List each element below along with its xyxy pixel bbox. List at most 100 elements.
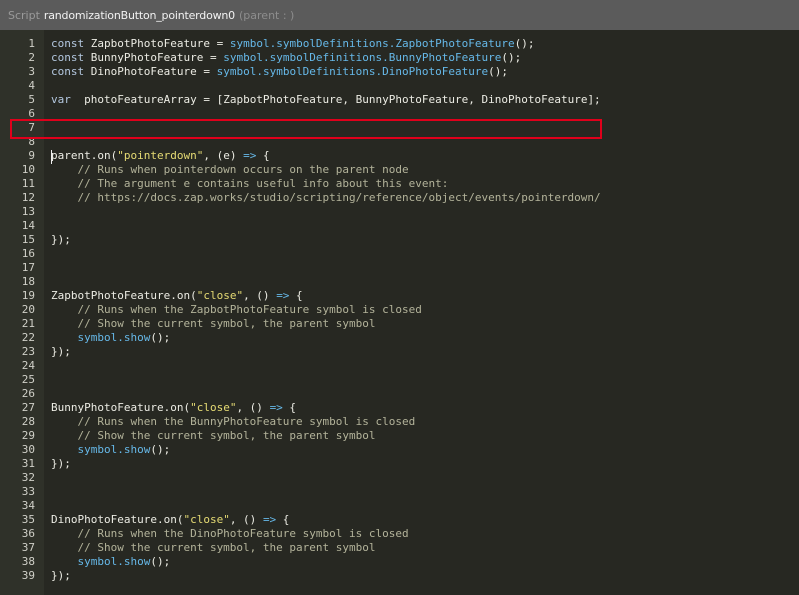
code-line[interactable]: 39}); — [0, 569, 799, 583]
code-text[interactable]: }); — [51, 345, 71, 359]
line-number: 24 — [21, 359, 35, 372]
code-line[interactable]: 38 symbol.show(); — [0, 555, 799, 569]
code-token: => — [269, 401, 283, 414]
code-line[interactable]: 28 // Runs when the BunnyPhotoFeature sy… — [0, 415, 799, 429]
code-token: }); — [51, 345, 71, 358]
code-text[interactable]: }); — [51, 233, 71, 247]
code-token: = — [209, 51, 224, 64]
code-line[interactable]: 16 — [0, 247, 799, 261]
code-line[interactable]: 11 // The argument e contains useful inf… — [0, 177, 799, 191]
code-text[interactable]: const ZapbotPhotoFeature = symbol.symbol… — [51, 37, 535, 51]
code-token: // Runs when pointerdown occurs on the p… — [51, 163, 409, 176]
code-line[interactable]: 14 — [0, 219, 799, 233]
code-text[interactable]: // Show the current symbol, the parent s… — [51, 317, 376, 331]
code-line[interactable]: 32 — [0, 471, 799, 485]
code-line[interactable]: 33 — [0, 485, 799, 499]
code-token: , (e) — [203, 149, 244, 162]
code-text[interactable]: var photoFeatureArray = [ZapbotPhotoFeat… — [51, 93, 601, 107]
line-number: 2 — [28, 51, 35, 64]
code-token: symbol.symbolDefinitions.DinoPhotoFeatur… — [216, 65, 489, 78]
line-number: 25 — [21, 373, 35, 386]
code-text[interactable]: symbol.show(); — [51, 555, 171, 569]
code-line[interactable]: 13 — [0, 205, 799, 219]
code-line[interactable]: 12 // https://docs.zap.works/studio/scri… — [0, 191, 799, 205]
code-text[interactable]: // Show the current symbol, the parent s… — [51, 541, 375, 555]
code-text[interactable]: BunnyPhotoFeature.on("close", () => { — [51, 401, 296, 415]
code-line[interactable]: 37 // Show the current symbol, the paren… — [0, 541, 799, 555]
line-number: 36 — [21, 527, 35, 540]
code-token: // Runs when the ZapbotPhotoFeature symb… — [51, 303, 422, 316]
line-number: 27 — [21, 401, 35, 414]
code-token: // Show the current symbol, the parent s… — [51, 317, 376, 330]
line-number: 32 — [21, 471, 35, 484]
code-line[interactable]: 25 — [0, 373, 799, 387]
code-text[interactable]: symbol.show(); — [51, 331, 171, 345]
code-line[interactable]: 4 — [0, 79, 799, 93]
code-editor[interactable]: 1 const ZapbotPhotoFeature = symbol.symbo… — [0, 30, 799, 595]
code-text[interactable]: // Runs when the ZapbotPhotoFeature symb… — [51, 303, 422, 317]
code-line[interactable]: 24 — [0, 359, 799, 373]
code-token: // https://docs.zap.works/studio/scripti… — [51, 191, 601, 204]
code-text[interactable]: // Runs when the DinoPhotoFeature symbol… — [51, 527, 408, 541]
code-text[interactable]: }); — [51, 569, 71, 583]
text-cursor — [51, 150, 52, 164]
code-text[interactable]: // https://docs.zap.works/studio/scripti… — [51, 191, 601, 205]
code-line[interactable]: 26 — [0, 387, 799, 401]
code-text[interactable]: symbol.show(); — [51, 443, 171, 457]
code-token: }); — [51, 233, 71, 246]
code-line[interactable]: 15}); — [0, 233, 799, 247]
code-text[interactable]: parent.on("pointerdown", (e) => { — [51, 149, 270, 163]
line-number: 35 — [21, 513, 35, 526]
code-text[interactable]: ZapbotPhotoFeature.on("close", () => { — [51, 289, 303, 303]
line-number: 12 — [21, 191, 35, 204]
code-line[interactable]: 30 symbol.show(); — [0, 443, 799, 457]
code-line[interactable]: 1 const ZapbotPhotoFeature = symbol.symbo… — [0, 37, 799, 51]
line-number: 19 — [21, 289, 35, 302]
code-line[interactable]: 3 const DinoPhotoFeature = symbol.symbolD… — [0, 65, 799, 79]
line-number: 11 — [21, 177, 35, 190]
code-text[interactable]: const DinoPhotoFeature = symbol.symbolDe… — [51, 65, 508, 79]
code-text[interactable]: // The argument e contains useful info a… — [51, 177, 448, 191]
code-line[interactable]: 9 parent.on("pointerdown", (e) => { — [0, 149, 799, 163]
code-token: symbol.show — [77, 443, 151, 456]
code-text[interactable]: }); — [51, 457, 71, 471]
line-number: 15 — [21, 233, 35, 246]
code-token: , () — [236, 401, 270, 414]
code-text[interactable]: const BunnyPhotoFeature = symbol.symbolD… — [51, 51, 521, 65]
code-text[interactable]: // Show the current symbol, the parent s… — [51, 429, 375, 443]
code-line[interactable]: 35 DinoPhotoFeature.on("close", () => { — [0, 513, 799, 527]
code-token: , () — [229, 513, 263, 526]
code-line[interactable]: 5 var photoFeatureArray = [ZapbotPhotoFea… — [0, 93, 799, 107]
code-token: (); — [501, 51, 522, 64]
code-line[interactable]: 34 — [0, 499, 799, 513]
code-line[interactable]: 17 — [0, 261, 799, 275]
code-line[interactable]: 22 symbol.show(); — [0, 331, 799, 345]
code-line[interactable]: 23}); — [0, 345, 799, 359]
code-token: BunnyPhotoFeature.on( — [51, 401, 191, 414]
code-token: { — [256, 149, 270, 162]
code-line[interactable]: 27 BunnyPhotoFeature.on("close", () => { — [0, 401, 799, 415]
code-text[interactable]: DinoPhotoFeature.on("close", () => { — [51, 513, 289, 527]
line-number: 28 — [21, 415, 35, 428]
code-line[interactable]: 18 — [0, 275, 799, 289]
code-text[interactable]: // Runs when the BunnyPhotoFeature symbo… — [51, 415, 415, 429]
code-token: }); — [51, 569, 71, 582]
code-token: const — [51, 51, 91, 64]
code-line[interactable]: 20 // Runs when the ZapbotPhotoFeature s… — [0, 303, 799, 317]
code-line[interactable]: 29 // Show the current symbol, the paren… — [0, 429, 799, 443]
code-line[interactable]: 10 // Runs when pointerdown occurs on th… — [0, 163, 799, 177]
code-token: const — [51, 65, 91, 78]
code-token: const — [51, 37, 91, 50]
code-text[interactable]: // Runs when pointerdown occurs on the p… — [51, 163, 409, 177]
code-line[interactable]: 36 // Runs when the DinoPhotoFeature sym… — [0, 527, 799, 541]
code-line[interactable]: 21 // Show the current symbol, the paren… — [0, 317, 799, 331]
line-number: 17 — [21, 261, 35, 274]
code-token: (); — [488, 65, 508, 78]
code-token: DinoPhotoFeature — [90, 65, 204, 78]
code-token: symbol.symbolDefinitions.BunnyPhotoFeatu… — [223, 51, 502, 64]
code-token: symbol.show — [77, 331, 151, 344]
code-line[interactable]: 31}); — [0, 457, 799, 471]
code-line[interactable]: 2 const BunnyPhotoFeature = symbol.symbol… — [0, 51, 799, 65]
code-line[interactable]: 19 ZapbotPhotoFeature.on("close", () => { — [0, 289, 799, 303]
